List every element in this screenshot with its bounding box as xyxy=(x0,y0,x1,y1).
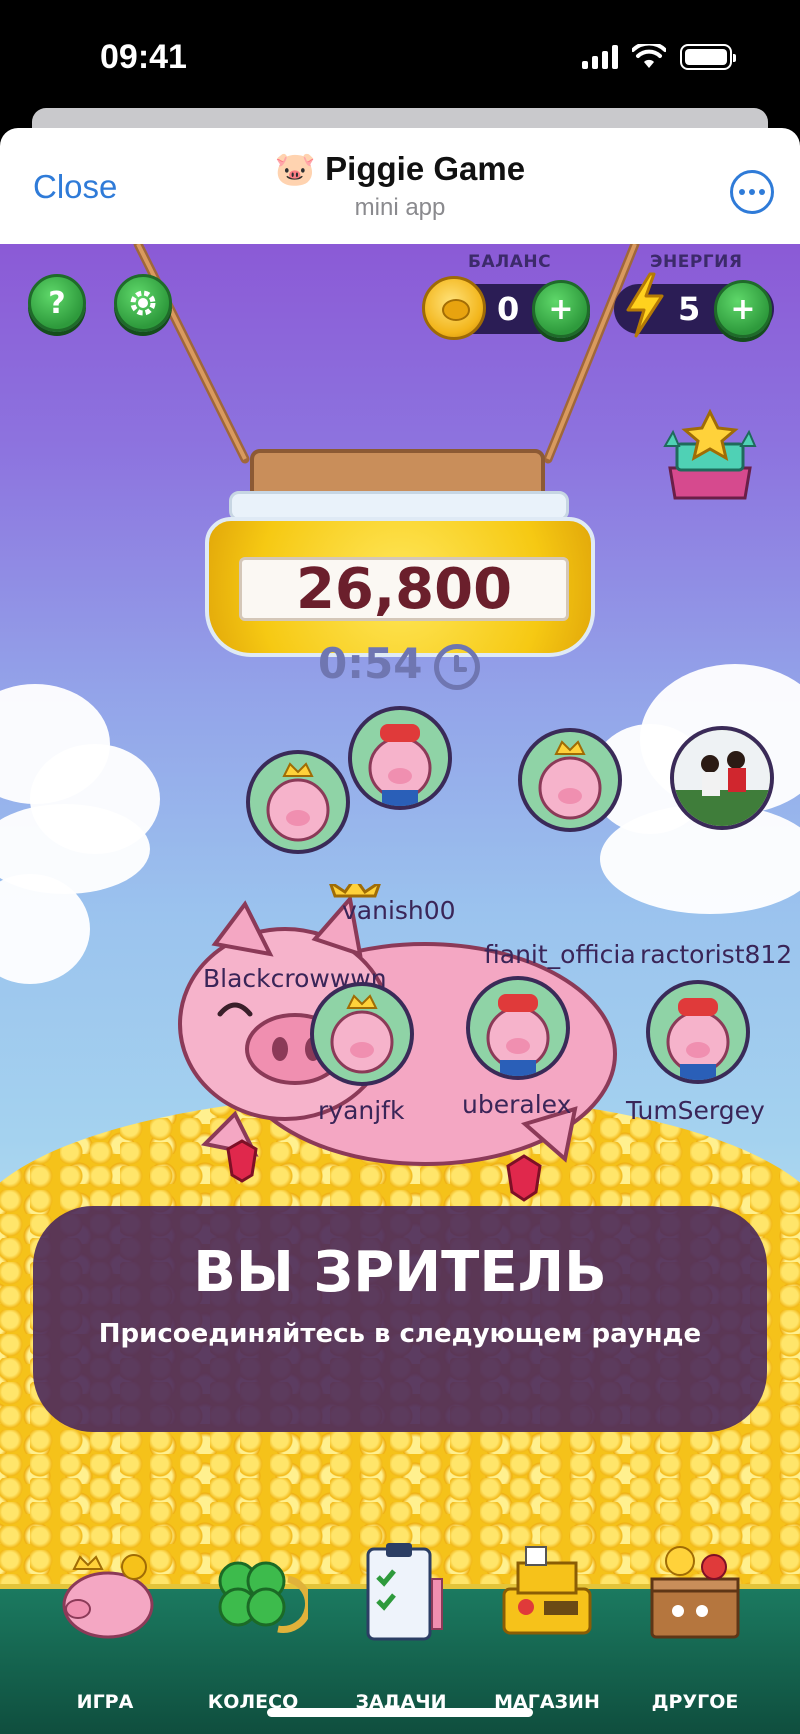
player-avatar xyxy=(246,750,350,854)
player-name: vanish00 xyxy=(342,896,456,925)
balance-label: БАЛАНС xyxy=(468,252,552,272)
home-indicator[interactable] xyxy=(267,1708,533,1717)
app-title: 🐷 Piggie Game xyxy=(274,150,526,187)
nav-label: ДРУГОЕ xyxy=(651,1691,739,1713)
treasure-box-icon xyxy=(650,1546,740,1639)
ruby-icon xyxy=(506,1154,542,1202)
spectator-title: ВЫ ЗРИТЕЛЬ xyxy=(193,1240,607,1305)
star-chest-icon[interactable] xyxy=(655,406,765,516)
phone-screen: 09:41 Close 🐷 Piggie Game mini app ? БАЛ… xyxy=(0,0,800,1734)
balance-value: 0 xyxy=(497,290,520,328)
energy-value: 5 xyxy=(678,290,701,328)
spectator-banner: ВЫ ЗРИТЕЛЬ Присоединяйтесь в следующем р… xyxy=(33,1206,767,1432)
add-energy-button[interactable]: + xyxy=(714,280,772,338)
spectator-subtitle: Присоединяйтесь в следующем раунде xyxy=(98,1319,702,1349)
help-button[interactable]: ? xyxy=(28,274,86,332)
status-time: 09:41 xyxy=(100,38,187,76)
cash-register-icon xyxy=(502,1546,592,1635)
jar-lid xyxy=(250,449,545,495)
player-avatar xyxy=(518,728,622,832)
clipboard-icon xyxy=(366,1543,443,1641)
game-area: ? БАЛАНС 0 + ЭНЕРГИЯ 5 + 26,800 0:54 van… xyxy=(0,244,800,1734)
player-avatar xyxy=(670,726,774,830)
nav-label: ИГРА xyxy=(76,1691,134,1713)
gear-icon xyxy=(130,290,156,316)
settings-button[interactable] xyxy=(114,274,172,332)
status-bar: 09:41 xyxy=(0,0,800,110)
player-avatar xyxy=(310,982,414,1086)
add-balance-button[interactable]: + xyxy=(532,280,590,338)
jar-amount: 26,800 xyxy=(239,557,569,621)
clock-icon xyxy=(434,644,480,690)
player-name: TumSergey xyxy=(626,1096,765,1125)
player-avatar xyxy=(348,706,452,810)
lightning-icon xyxy=(626,272,664,338)
energy-label: ЭНЕРГИЯ xyxy=(650,252,743,272)
status-icons xyxy=(582,44,736,70)
coin-icon xyxy=(422,276,486,340)
player-avatar xyxy=(466,976,570,1080)
battery-icon xyxy=(680,44,736,70)
coin-jar: 26,800 xyxy=(205,449,595,657)
more-options-button[interactable] xyxy=(730,170,774,214)
app-subtitle: mini app xyxy=(354,194,446,221)
player-name: fianit_officia xyxy=(484,940,636,969)
piggy-bank-icon xyxy=(62,1554,154,1639)
round-timer: 0:54 xyxy=(318,639,423,688)
clover-icon xyxy=(218,1561,308,1633)
player-name: ryanjfk xyxy=(318,1096,405,1125)
jar-body: 26,800 xyxy=(205,517,595,657)
ruby-icon xyxy=(226,1139,258,1183)
player-name: uberalex xyxy=(462,1090,572,1119)
nav-item-other[interactable]: ДРУГОЕ xyxy=(620,1546,770,1734)
player-avatar xyxy=(646,980,750,1084)
signal-icon xyxy=(582,45,618,69)
app-header: Close 🐷 Piggie Game mini app xyxy=(0,128,800,244)
player-name: ractorist812 xyxy=(640,940,793,969)
wifi-icon xyxy=(632,44,666,68)
nav-item-game[interactable]: ИГРА xyxy=(30,1554,180,1734)
